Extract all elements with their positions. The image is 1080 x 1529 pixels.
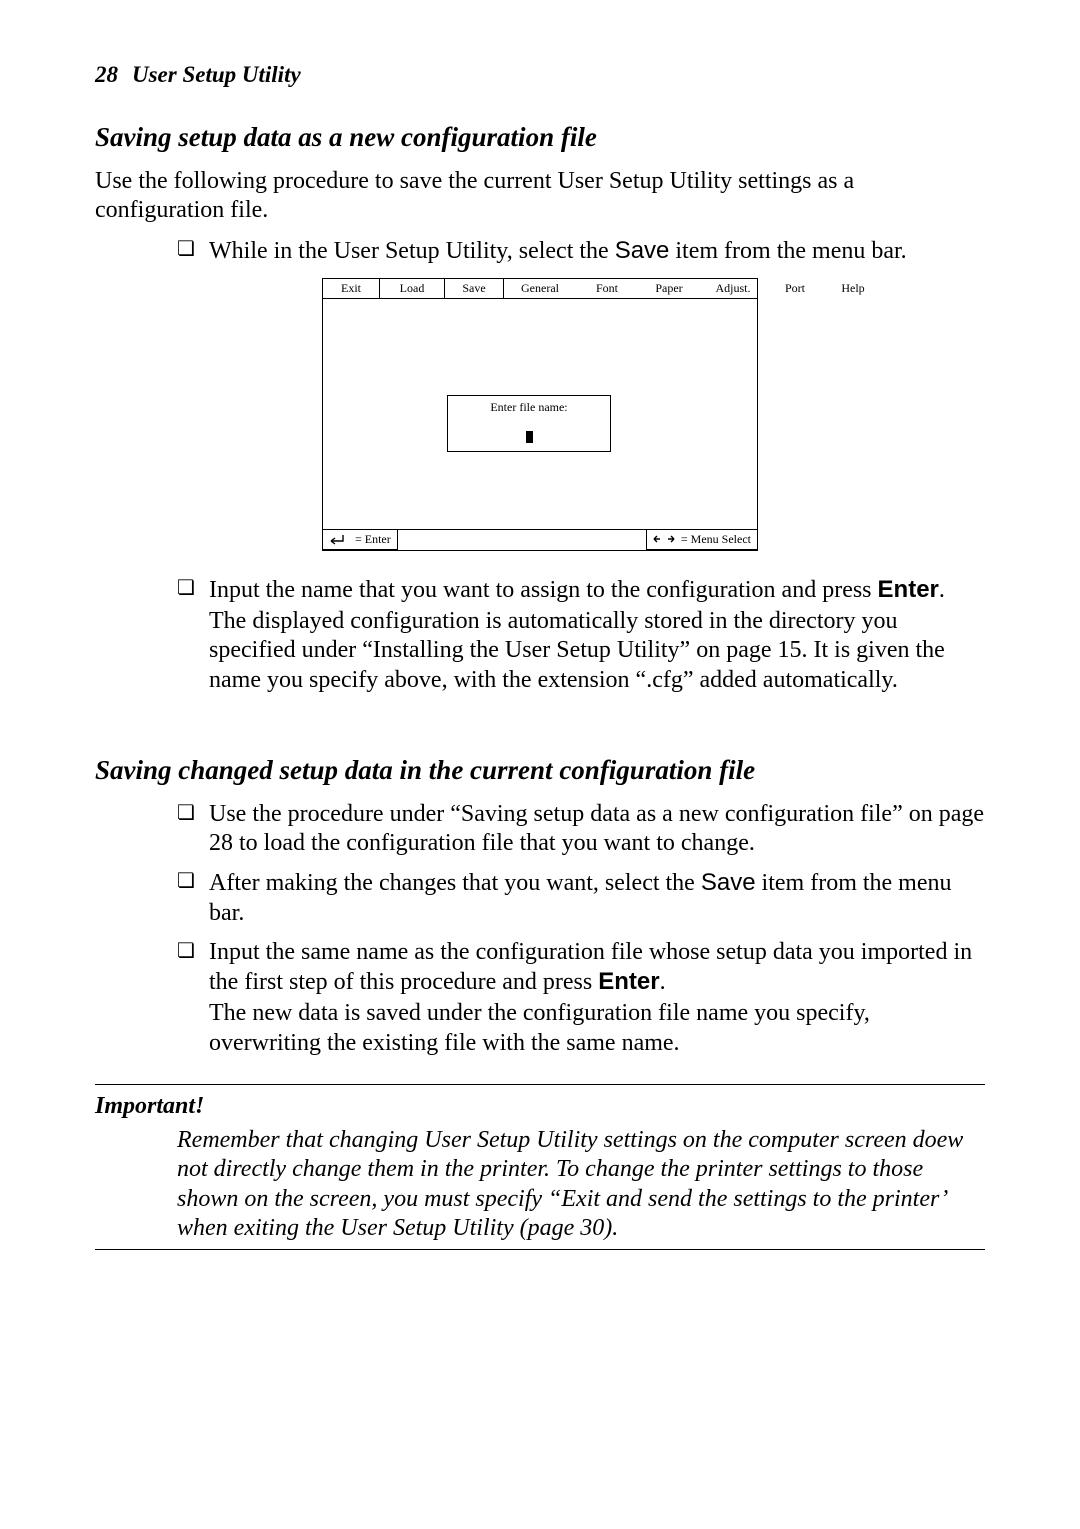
step2-text-post: . xyxy=(939,577,945,603)
menu-item-general[interactable]: General xyxy=(504,279,576,298)
section-heading-save-current: Saving changed setup data in the current… xyxy=(95,755,985,786)
menu-item-load[interactable]: Load xyxy=(380,279,444,298)
running-title: User Setup Utility xyxy=(132,62,301,87)
s2-step2-save: Save xyxy=(701,869,756,896)
document-page: 28 User Setup Utility Saving setup data a… xyxy=(0,0,1080,1529)
menu-item-save[interactable]: Save xyxy=(444,279,504,298)
s2-step1-text: Use the procedure under “Saving setup da… xyxy=(209,801,984,856)
menu-item-paper[interactable]: Paper xyxy=(638,279,700,298)
enter-key-icon xyxy=(329,533,349,545)
menu-item-port[interactable]: Port xyxy=(766,279,824,298)
menu-item-exit[interactable]: Exit xyxy=(323,279,380,298)
status-bar: = Enter = Menu Select xyxy=(323,529,757,550)
step2-follow: The displayed configuration is automatic… xyxy=(209,607,985,695)
status-menu-hint: = Menu Select xyxy=(646,530,757,550)
s2-step3-enter: Enter xyxy=(598,968,659,995)
app-body: Enter file name: xyxy=(323,299,757,529)
status-enter-text: = Enter xyxy=(355,532,391,547)
section1-intro: Use the following procedure to save the … xyxy=(95,167,985,226)
important-block: Important! Remember that changing User S… xyxy=(95,1084,985,1250)
section2-step-2: After making the changes that you want, … xyxy=(177,868,985,928)
step2-enter-word: Enter xyxy=(878,576,939,603)
section2-steps: Use the procedure under “Saving setup da… xyxy=(95,800,985,1058)
section-heading-save-new: Saving setup data as a new configuration… xyxy=(95,122,985,153)
status-menu-text: = Menu Select xyxy=(681,532,751,547)
menu-bar: Exit Load Save General Font Paper Adjust… xyxy=(323,279,757,299)
s2-step2-pre: After making the changes that you want, … xyxy=(209,870,701,896)
step2-text-pre: Input the name that you want to assign t… xyxy=(209,577,878,603)
section1-step-1: While in the User Setup Utility, select … xyxy=(177,236,985,266)
rule-top xyxy=(95,1084,985,1085)
page-number: 28 xyxy=(95,62,118,87)
section1-step-2: Input the name that you want to assign t… xyxy=(177,575,985,695)
step1-text-pre: While in the User Setup Utility, select … xyxy=(209,238,615,264)
dialog-label: Enter file name: xyxy=(454,400,604,415)
app-window: Exit Load Save General Font Paper Adjust… xyxy=(322,278,758,551)
left-right-arrows-icon xyxy=(653,534,675,544)
important-label: Important! xyxy=(95,1093,985,1120)
rule-bottom xyxy=(95,1249,985,1250)
save-dialog: Enter file name: xyxy=(447,395,611,452)
text-cursor-icon[interactable] xyxy=(526,431,533,443)
section2-step-3: Input the same name as the configuration… xyxy=(177,938,985,1058)
menu-item-font[interactable]: Font xyxy=(576,279,638,298)
section1-steps-b: Input the name that you want to assign t… xyxy=(95,575,985,695)
menu-item-adjust[interactable]: Adjust. xyxy=(700,279,766,298)
running-header: 28 User Setup Utility xyxy=(95,62,985,88)
important-body: Remember that changing User Setup Utilit… xyxy=(177,1126,985,1243)
menu-item-help[interactable]: Help xyxy=(824,279,882,298)
s2-step3-post: . xyxy=(660,969,666,995)
step1-text-post: item from the menu bar. xyxy=(669,238,906,264)
s2-step3-follow: The new data is saved under the configur… xyxy=(209,999,985,1058)
section1-steps: While in the User Setup Utility, select … xyxy=(95,236,985,266)
figure-wrapper: Exit Load Save General Font Paper Adjust… xyxy=(95,278,985,551)
step1-save-word: Save xyxy=(615,237,670,264)
status-enter-hint: = Enter xyxy=(323,530,398,550)
s2-step3-pre: Input the same name as the configuration… xyxy=(209,939,972,995)
section2-step-1: Use the procedure under “Saving setup da… xyxy=(177,800,985,859)
